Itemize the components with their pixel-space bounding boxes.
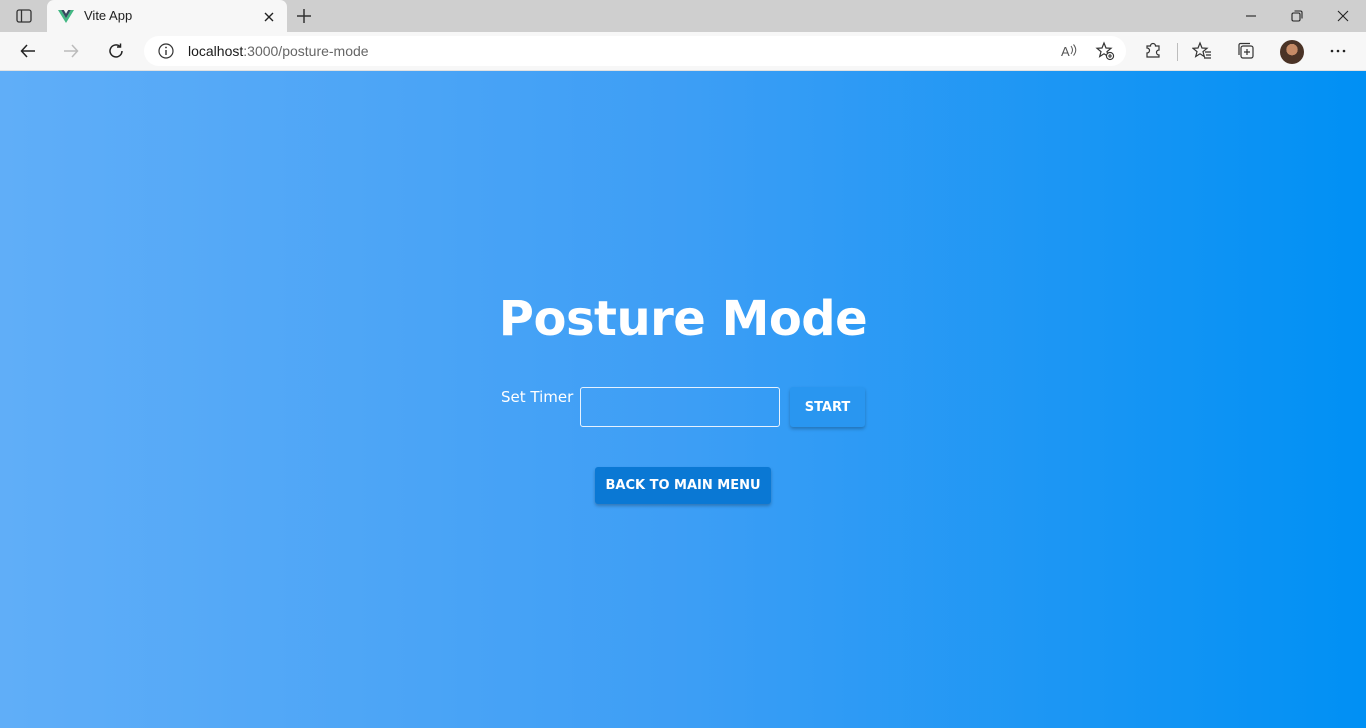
profile-avatar[interactable] xyxy=(1280,40,1304,64)
browser-toolbar: localhost:3000/posture-mode A xyxy=(0,32,1366,71)
posture-mode-page: Posture Mode Set Timer START BACK TO MAI… xyxy=(0,71,1366,728)
timer-input[interactable] xyxy=(580,387,780,427)
favorites-icon[interactable] xyxy=(1192,41,1212,61)
url-text[interactable]: localhost:3000/posture-mode xyxy=(188,43,369,59)
page-title: Posture Mode xyxy=(498,291,868,347)
read-aloud-icon[interactable]: A xyxy=(1059,41,1079,61)
close-window-icon[interactable] xyxy=(1335,8,1351,24)
address-bar[interactable]: localhost:3000/posture-mode xyxy=(144,36,1126,66)
minimize-icon[interactable] xyxy=(1243,8,1259,24)
tab-title: Vite App xyxy=(84,8,133,23)
new-tab-icon[interactable] xyxy=(294,6,314,26)
more-menu-icon[interactable] xyxy=(1328,41,1348,61)
info-icon[interactable] xyxy=(157,42,175,60)
add-favorite-icon[interactable] xyxy=(1095,41,1115,61)
browser-tab[interactable]: Vite App xyxy=(47,0,287,32)
url-host: localhost xyxy=(188,43,244,59)
back-icon[interactable] xyxy=(18,41,38,61)
extensions-icon[interactable] xyxy=(1143,41,1163,61)
timer-label: Set Timer xyxy=(501,388,574,406)
tab-strip: Vite App xyxy=(0,0,1366,32)
tab-actions-icon[interactable] xyxy=(10,7,38,25)
collections-icon[interactable] xyxy=(1236,41,1256,61)
svg-text:A: A xyxy=(1061,44,1070,59)
forward-icon[interactable] xyxy=(61,41,81,61)
back-to-main-menu-button[interactable]: BACK TO MAIN MENU xyxy=(595,467,771,504)
toolbar-separator xyxy=(1177,43,1178,61)
vue-logo-icon xyxy=(58,8,74,24)
start-button[interactable]: START xyxy=(790,387,865,427)
url-path: :3000/posture-mode xyxy=(243,43,369,59)
tab-close-icon[interactable] xyxy=(262,9,276,23)
refresh-icon[interactable] xyxy=(106,41,126,61)
restore-icon[interactable] xyxy=(1289,8,1305,24)
